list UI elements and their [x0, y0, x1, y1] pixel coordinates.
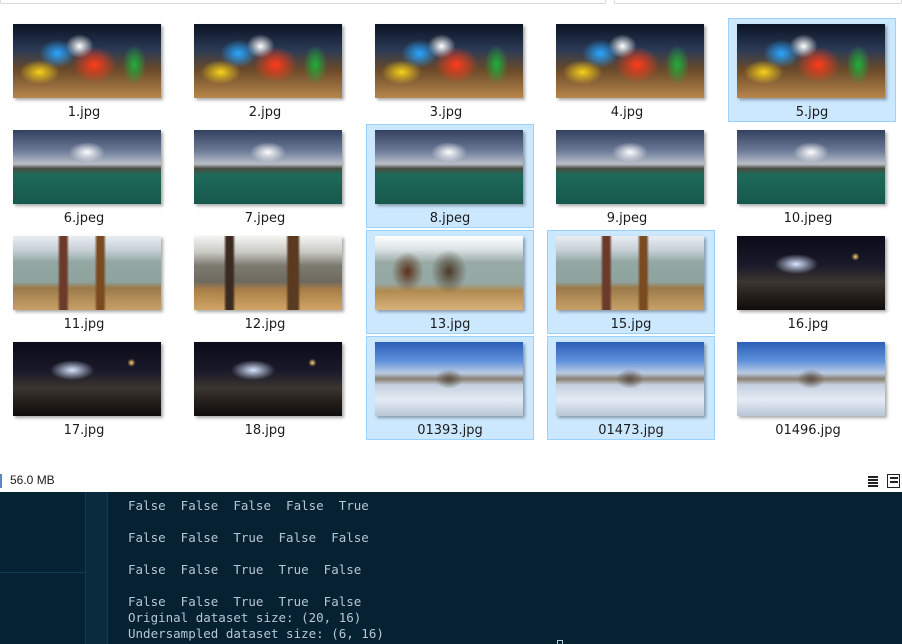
file-thumbnail — [13, 130, 161, 204]
file-name-label: 17.jpg — [63, 423, 105, 438]
file-thumbnail — [13, 24, 161, 98]
file-name-label: 5.jpg — [795, 105, 829, 120]
file-name-label: 4.jpg — [610, 105, 644, 120]
terminal-line: False False True True False — [128, 562, 362, 577]
file-thumbnail — [194, 24, 342, 98]
terminal-line: False False False False True — [128, 498, 369, 513]
file-item[interactable]: 01496.jpg — [724, 336, 892, 440]
file-thumbnail — [737, 342, 885, 416]
top-input-remnant-right — [614, 0, 902, 4]
file-name-label: 01473.jpg — [598, 423, 664, 438]
status-bar-edge — [0, 474, 2, 488]
file-item[interactable]: 11.jpg — [0, 230, 168, 334]
file-item[interactable]: 10.jpeg — [724, 124, 892, 228]
file-name-label: 3.jpg — [429, 105, 463, 120]
file-item[interactable]: 17.jpg — [0, 336, 168, 440]
file-item[interactable]: 5.jpg — [728, 18, 896, 122]
file-thumbnail — [194, 342, 342, 416]
file-name-label: 1.jpg — [67, 105, 101, 120]
file-name-label: 10.jpeg — [783, 211, 833, 226]
selection-size-label: 56.0 MB — [10, 473, 55, 487]
file-item[interactable]: 1.jpg — [0, 18, 168, 122]
terminal-line: False False True True False — [128, 594, 362, 609]
file-item[interactable]: 3.jpg — [362, 18, 530, 122]
file-name-label: 15.jpg — [610, 317, 652, 332]
file-thumbnail — [194, 130, 342, 204]
file-name-label: 18.jpg — [244, 423, 286, 438]
terminal-line: False False True False False — [128, 530, 369, 545]
file-name-label: 7.jpeg — [244, 211, 286, 226]
file-name-label: 11.jpg — [63, 317, 105, 332]
file-thumbnail — [375, 24, 523, 98]
top-input-remnant-left — [0, 0, 606, 4]
file-item[interactable]: 01393.jpg — [366, 336, 534, 440]
file-item[interactable]: 4.jpg — [543, 18, 711, 122]
file-name-label: 12.jpg — [244, 317, 286, 332]
file-item[interactable]: 9.jpeg — [543, 124, 711, 228]
file-item[interactable]: 2.jpg — [181, 18, 349, 122]
file-item[interactable]: 01473.jpg — [547, 336, 715, 440]
file-item[interactable]: 18.jpg — [181, 336, 349, 440]
file-item[interactable]: 6.jpeg — [0, 124, 168, 228]
cursor-marker — [557, 640, 563, 644]
file-thumbnail — [375, 342, 523, 416]
terminal-sidebar-divider — [0, 572, 86, 573]
large-icons-view-icon[interactable] — [887, 474, 900, 488]
file-name-label: 6.jpeg — [63, 211, 105, 226]
file-thumbnail — [737, 24, 885, 98]
file-item[interactable]: 15.jpg — [547, 230, 715, 334]
terminal-panel[interactable]: False False False False True False False … — [0, 492, 902, 644]
file-thumbnail — [375, 236, 523, 310]
file-name-label: 01496.jpg — [775, 423, 841, 438]
terminal-line: Original dataset size: (20, 16) — [128, 610, 362, 625]
file-thumbnail — [556, 130, 704, 204]
file-name-label: 13.jpg — [429, 317, 471, 332]
file-thumbnail — [13, 236, 161, 310]
file-name-label: 01393.jpg — [417, 423, 483, 438]
file-thumbnail-grid: 1.jpg 2.jpg 3.jpg 4.jpg 5.jpg 6.jpeg 7.jpeg 8.j… — [0, 18, 902, 444]
file-thumbnail — [13, 342, 161, 416]
file-thumbnail — [375, 130, 523, 204]
status-bar: 56.0 MB — [0, 470, 902, 492]
file-thumbnail — [556, 342, 704, 416]
file-thumbnail — [194, 236, 342, 310]
file-item[interactable]: 7.jpeg — [181, 124, 349, 228]
file-item[interactable]: 12.jpg — [181, 230, 349, 334]
file-name-label: 9.jpeg — [606, 211, 648, 226]
file-name-label: 8.jpeg — [429, 211, 471, 226]
file-thumbnail — [556, 24, 704, 98]
terminal-line: Undersampled dataset size: (6, 16) — [128, 626, 384, 641]
file-thumbnail — [737, 236, 885, 310]
terminal-output: False False False False True False False … — [128, 498, 384, 642]
terminal-gutter — [86, 492, 108, 644]
file-thumbnail — [737, 130, 885, 204]
file-item[interactable]: 16.jpg — [724, 230, 892, 334]
file-item[interactable]: 8.jpeg — [366, 124, 534, 228]
file-thumbnail — [556, 236, 704, 310]
terminal-sidebar — [0, 492, 86, 644]
file-item[interactable]: 13.jpg — [366, 230, 534, 334]
file-name-label: 2.jpg — [248, 105, 282, 120]
details-view-icon[interactable] — [866, 474, 880, 488]
file-name-label: 16.jpg — [787, 317, 829, 332]
